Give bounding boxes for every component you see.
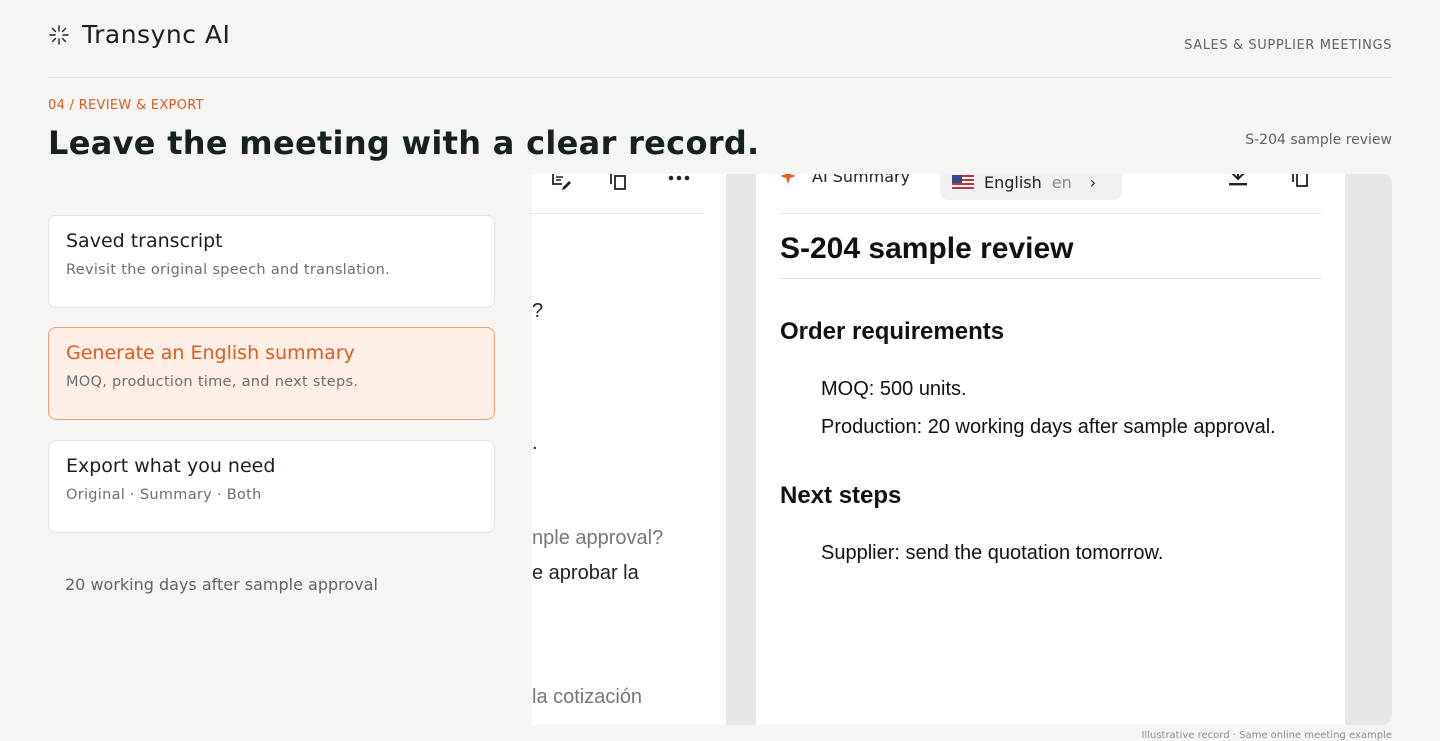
page-title: Leave the meeting with a clear record.	[48, 124, 760, 162]
edit-icon[interactable]	[550, 174, 572, 190]
card-footnote: 20 working days after sample approval	[65, 575, 378, 594]
card-title: Generate an English summary	[66, 342, 355, 364]
transcript-line: ?	[532, 300, 544, 322]
preview-caption: Illustrative record · Same online meetin…	[1141, 730, 1392, 741]
transcript-toolbar	[532, 174, 704, 214]
transcript-line: la cotización	[532, 686, 643, 708]
app-preview: ? . nple approval? e aprobar la la cotiz…	[532, 174, 1392, 725]
tab-label: AI Summary	[812, 174, 911, 186]
top-bar: Transync AI SALES & SUPPLIER MEETINGS	[48, 0, 1392, 78]
sample-reference: S-204 sample review	[1245, 132, 1392, 148]
card-description: MOQ, production time, and next steps.	[66, 374, 359, 390]
copy-icon[interactable]	[1289, 174, 1311, 188]
brand-logo[interactable]: Transync AI	[48, 20, 230, 49]
summary-item: MOQ: 500 units.	[821, 378, 967, 400]
more-icon[interactable]	[668, 174, 690, 190]
card-title: Saved transcript	[66, 230, 223, 252]
transcript-line: nple approval?	[532, 527, 664, 549]
download-icon[interactable]	[1227, 174, 1249, 188]
language-name: English	[984, 174, 1042, 192]
language-selector[interactable]: English en ›	[940, 174, 1122, 200]
header-tag: SALES & SUPPLIER MEETINGS	[1184, 38, 1392, 53]
card-saved-transcript[interactable]: Saved transcript Revisit the original sp…	[48, 215, 495, 308]
brand-name: Transync AI	[82, 20, 231, 49]
summary-pane: AI Summary English en › S-204 sample rev…	[756, 174, 1345, 725]
summary-actions	[1227, 174, 1311, 188]
section-heading: Order requirements	[780, 318, 1005, 345]
card-description: Revisit the original speech and translat…	[66, 262, 391, 278]
copy-icon[interactable]	[608, 174, 630, 190]
section-heading: Next steps	[780, 482, 902, 509]
tab-ai-summary[interactable]: AI Summary	[780, 174, 910, 186]
transcript-pane: ? . nple approval? e aprobar la la cotiz…	[532, 174, 726, 725]
language-code: en	[1051, 174, 1072, 192]
card-title: Export what you need	[66, 455, 276, 477]
card-export[interactable]: Export what you need Original · Summary …	[48, 440, 495, 533]
us-flag-icon	[952, 175, 974, 189]
step-label: 04 / REVIEW & EXPORT	[48, 98, 204, 113]
summary-item: Supplier: send the quotation tomorrow.	[821, 542, 1164, 564]
transcript-line: .	[532, 432, 538, 454]
card-description: Original · Summary · Both	[66, 487, 262, 503]
transcript-line: e aprobar la	[532, 562, 639, 584]
ai-sparkle-icon	[780, 174, 796, 184]
sparkle-grid-icon	[49, 24, 69, 45]
chevron-right-icon: ›	[1089, 174, 1097, 192]
summary-title: S-204 sample review	[780, 232, 1321, 279]
summary-item: Production: 20 working days after sample…	[821, 416, 1276, 438]
card-generate-summary[interactable]: Generate an English summary MOQ, product…	[48, 327, 495, 420]
summary-toolbar: AI Summary English en ›	[780, 174, 1321, 214]
